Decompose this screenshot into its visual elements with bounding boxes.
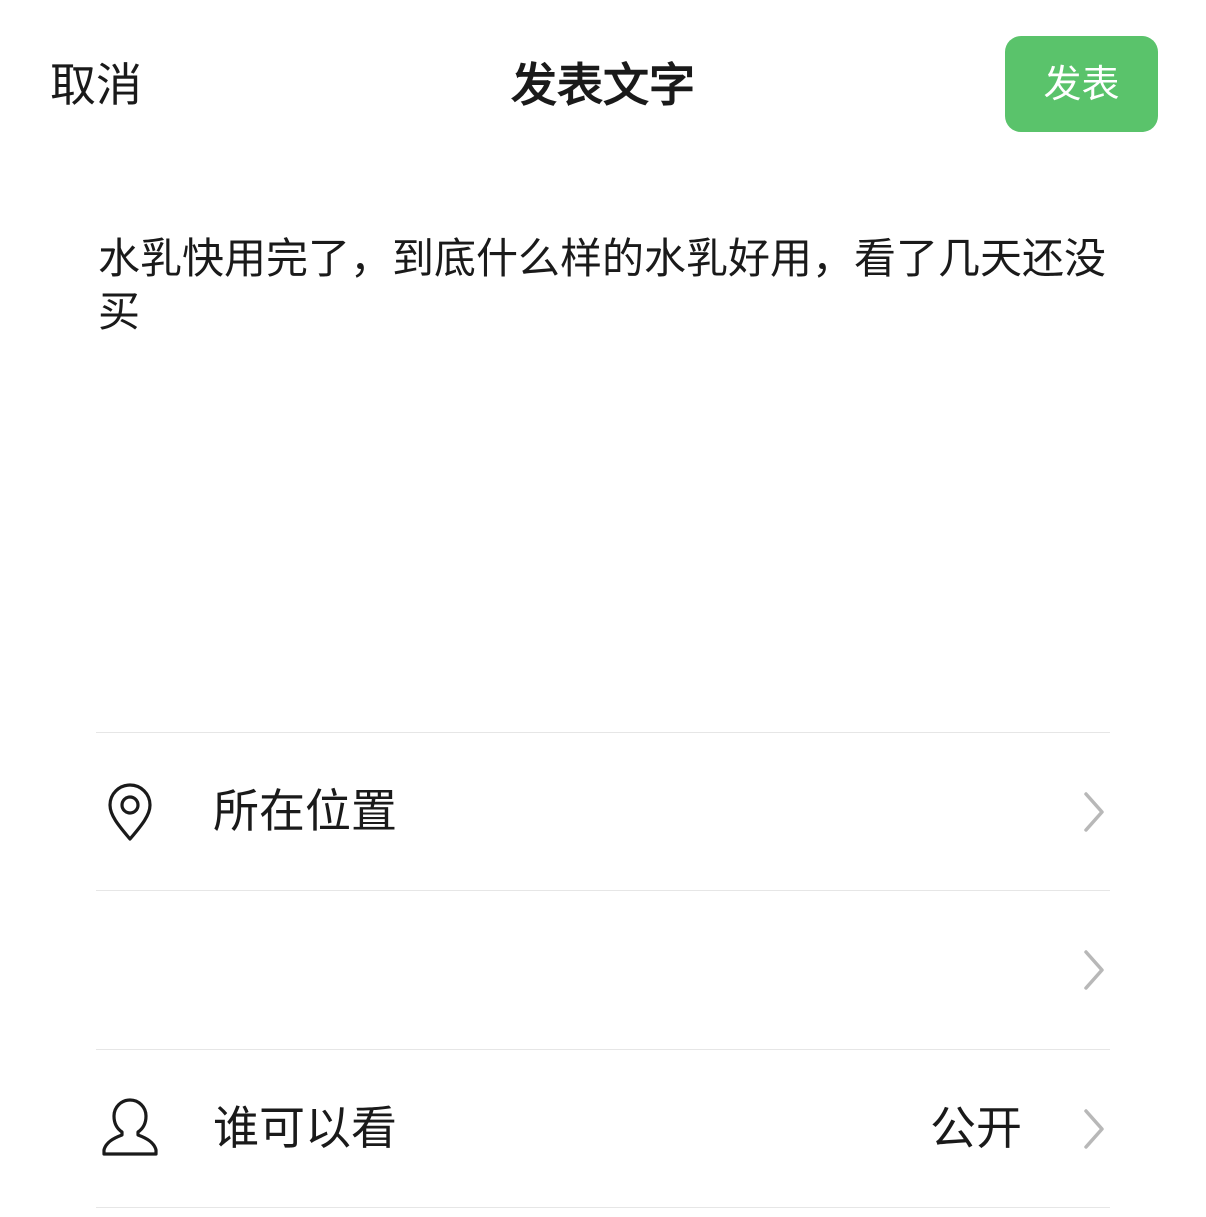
publish-button[interactable]: 发表 [1005, 36, 1158, 132]
person-icon [102, 1098, 158, 1156]
blank-option-row[interactable] [96, 891, 1110, 1048]
location-pin-icon [108, 783, 152, 841]
chevron-right-icon [1084, 792, 1104, 832]
visibility-label: 谁可以看 [213, 1101, 397, 1155]
visibility-row[interactable]: 谁可以看 公开 [96, 1050, 1110, 1207]
chevron-right-icon [1084, 950, 1104, 990]
chevron-right-icon [1084, 1109, 1104, 1149]
location-label: 所在位置 [213, 784, 397, 838]
post-text-input[interactable]: 水乳快用完了，到底什么样的水乳好用，看了几天还没买 [98, 232, 1108, 338]
visibility-value: 公开 [930, 1101, 1022, 1155]
location-row[interactable]: 所在位置 [96, 733, 1110, 890]
divider [96, 1207, 1110, 1208]
